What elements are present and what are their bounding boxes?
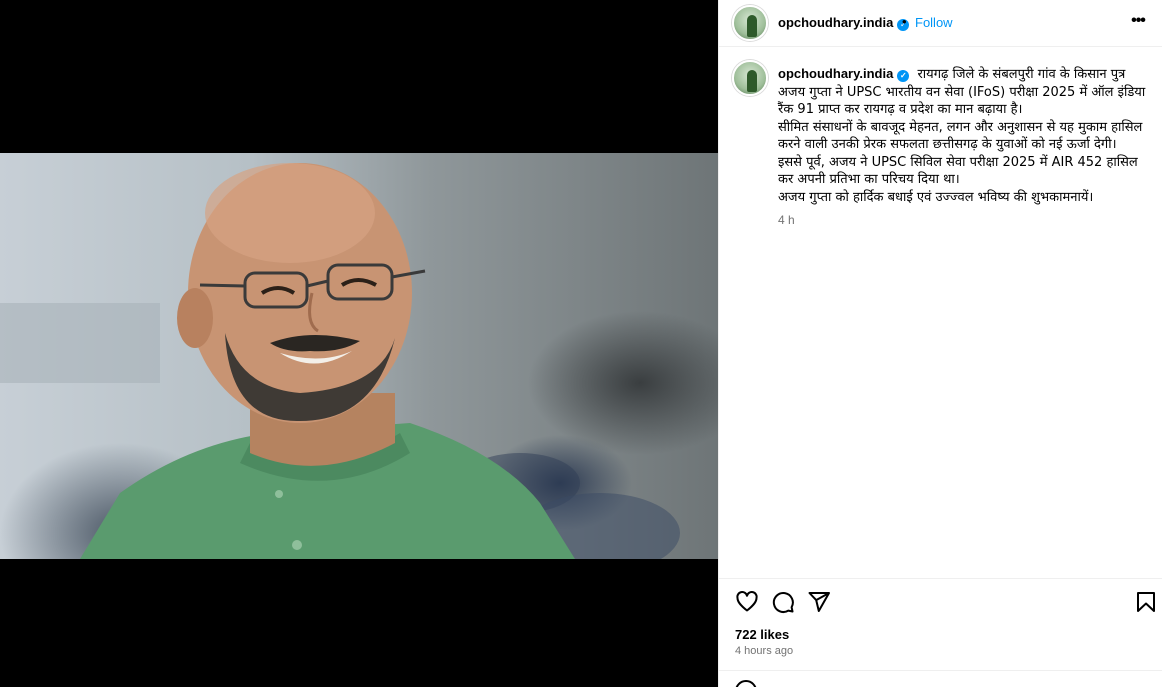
caption-line-3: इससे पूर्व, अजय ने UPSC सिविल सेवा परीक्… bbox=[778, 154, 1138, 188]
avatar[interactable] bbox=[732, 60, 768, 96]
caption-username-text[interactable]: opchoudhary.india bbox=[778, 66, 893, 81]
caption-line-4: अजय गुप्ता को हार्दिक बधाई एवं उज्ज्वल भ… bbox=[778, 189, 1094, 205]
caption-area: opchoudhary.india ✓ रायगढ़ जिले के संबलपु… bbox=[719, 48, 1162, 578]
post-photo bbox=[0, 153, 718, 559]
share-icon[interactable] bbox=[807, 590, 831, 614]
post-sidebar: opchoudhary.india ✓ • Follow ••• opchoudh… bbox=[718, 0, 1162, 687]
likes-count[interactable]: 722 likes bbox=[735, 627, 789, 642]
separator-dot: • bbox=[902, 14, 907, 29]
comment-icon[interactable] bbox=[771, 590, 795, 614]
author-username[interactable]: opchoudhary.india ✓ bbox=[778, 15, 910, 31]
caption-timestamp[interactable]: 4 h bbox=[778, 212, 1150, 230]
portrait-illustration bbox=[0, 163, 680, 559]
post-header: opchoudhary.india ✓ • Follow ••• bbox=[719, 0, 1162, 47]
avatar[interactable] bbox=[732, 5, 768, 41]
bookmark-icon[interactable] bbox=[1134, 590, 1158, 614]
caption-username[interactable]: opchoudhary.india ✓ bbox=[778, 66, 910, 82]
more-horizontal-icon[interactable]: ••• bbox=[1126, 12, 1150, 32]
author-username-text[interactable]: opchoudhary.india bbox=[778, 15, 893, 30]
action-bar bbox=[719, 578, 1162, 622]
emoji-icon[interactable] bbox=[735, 680, 757, 687]
verified-badge-icon: ✓ bbox=[897, 70, 910, 82]
divider bbox=[719, 670, 1162, 671]
follow-button[interactable]: Follow bbox=[915, 15, 953, 30]
caption-line-1: opchoudhary.india ✓ रायगढ़ जिले के संबलपु… bbox=[778, 65, 1150, 119]
post-time[interactable]: 4 hours ago bbox=[735, 645, 793, 657]
heart-icon[interactable] bbox=[735, 590, 759, 614]
post-caption: opchoudhary.india ✓ रायगढ़ जिले के संबलपु… bbox=[778, 65, 1150, 230]
caption-line-2: सीमित संसाधनों के बावजूद मेहनत, लगन और अ… bbox=[778, 119, 1143, 153]
post-media[interactable] bbox=[0, 0, 718, 687]
